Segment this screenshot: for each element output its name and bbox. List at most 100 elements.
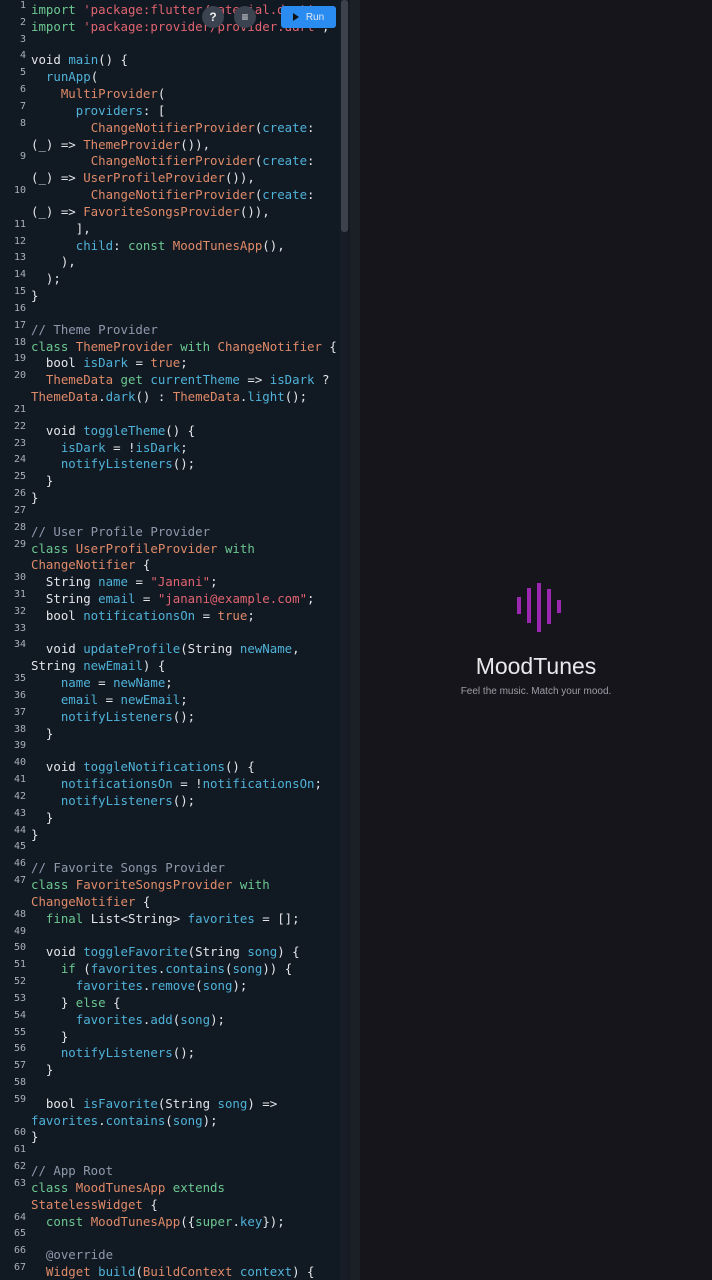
code-line[interactable]: 34 void updateProfile(String newName, bbox=[0, 639, 340, 658]
line-number: 19 bbox=[13, 353, 26, 365]
code-line[interactable]: 35 name = newName; bbox=[0, 673, 340, 692]
code-line[interactable]: 18 class ThemeProvider with ChangeNotifie… bbox=[0, 337, 340, 356]
code-line[interactable]: 3 bbox=[0, 34, 340, 53]
code-line[interactable]: 44} bbox=[0, 825, 340, 844]
code-line[interactable]: 31 String email = "janani@example.com"; bbox=[0, 589, 340, 608]
panel-divider[interactable] bbox=[350, 0, 360, 1280]
code-line[interactable]: 8 ChangeNotifierProvider(create: bbox=[0, 118, 340, 137]
code-line[interactable]: 7 providers: [ bbox=[0, 101, 340, 120]
code-line[interactable]: 12 child: const MoodTunesApp(), bbox=[0, 236, 340, 255]
code-line[interactable]: 58 bbox=[0, 1077, 340, 1096]
code-token: toggleNotifications bbox=[83, 759, 225, 775]
help-button[interactable]: ? bbox=[202, 6, 224, 28]
code-line[interactable]: (_) => FavoriteSongsProvider()), bbox=[0, 204, 340, 221]
code-line[interactable]: StatelessWidget { bbox=[0, 1197, 340, 1214]
code-line[interactable]: 59 bool isFavorite(String song) => bbox=[0, 1094, 340, 1113]
logo-bar bbox=[517, 597, 521, 614]
code-line[interactable]: ChangeNotifier { bbox=[0, 894, 340, 911]
code-line[interactable]: 40 void toggleNotifications() { bbox=[0, 757, 340, 776]
code-line[interactable]: 32 bool notificationsOn = true; bbox=[0, 606, 340, 625]
code-line[interactable]: 64 const MoodTunesApp({super.key}); bbox=[0, 1212, 340, 1231]
code-line[interactable]: 49 bbox=[0, 926, 340, 945]
code-token: List<String> bbox=[90, 910, 188, 926]
code-line[interactable]: String newEmail) { bbox=[0, 658, 340, 675]
code-line[interactable]: 62 // App Root bbox=[0, 1161, 340, 1180]
code-line[interactable]: 33 bbox=[0, 623, 340, 642]
code-line[interactable]: 65 bbox=[0, 1228, 340, 1247]
code-line[interactable]: 38 } bbox=[0, 724, 340, 743]
code-line[interactable]: 46 // Favorite Songs Provider bbox=[0, 858, 340, 877]
code-line[interactable]: 16 bbox=[0, 303, 340, 322]
code-line[interactable]: ThemeData.dark() : ThemeData.light(); bbox=[0, 389, 340, 406]
line-number: 22 bbox=[13, 420, 26, 432]
code-line[interactable]: favorites.contains(song); bbox=[0, 1113, 340, 1130]
code-line[interactable]: 19 bool isDark = true; bbox=[0, 353, 340, 372]
line-text: } bbox=[31, 810, 53, 827]
code-line[interactable]: 43 } bbox=[0, 808, 340, 827]
code-line[interactable]: 17 // Theme Provider bbox=[0, 320, 340, 339]
code-line[interactable]: 54 favorites.add(song); bbox=[0, 1010, 340, 1029]
code-line[interactable]: 53 } else { bbox=[0, 993, 340, 1012]
code-line[interactable]: 20 ThemeData get currentTheme => isDark … bbox=[0, 370, 340, 389]
code-token: // Favorite Songs Provider bbox=[31, 860, 225, 876]
code-token: : [ bbox=[142, 102, 166, 118]
line-text: ChangeNotifierProvider(create: bbox=[31, 153, 315, 170]
code-line[interactable]: 56 notifyListeners(); bbox=[0, 1043, 340, 1062]
code-line[interactable]: (_) => ThemeProvider()), bbox=[0, 137, 340, 154]
code-line[interactable]: 6 MultiProvider( bbox=[0, 84, 340, 103]
code-line[interactable]: 45 bbox=[0, 841, 340, 860]
code-token: ThemeProvider bbox=[83, 136, 181, 152]
line-text: } bbox=[31, 490, 38, 507]
code-line[interactable]: 21 bbox=[0, 404, 340, 423]
code-line[interactable]: 24 notifyListeners(); bbox=[0, 454, 340, 473]
code-line[interactable]: 10 ChangeNotifierProvider(create: bbox=[0, 185, 340, 204]
code-line[interactable]: 28 // User Profile Provider bbox=[0, 522, 340, 541]
code-editor[interactable]: 1 import 'package:flutter/material.dart';… bbox=[0, 0, 350, 1280]
line-number: 43 bbox=[13, 807, 26, 819]
code-line[interactable]: 42 notifyListeners(); bbox=[0, 791, 340, 810]
code-line[interactable]: 13 ), bbox=[0, 252, 340, 271]
code-line[interactable]: 66 @override bbox=[0, 1245, 340, 1264]
code-lines[interactable]: 1 import 'package:flutter/material.dart';… bbox=[0, 0, 340, 1280]
code-line[interactable]: 5 runApp( bbox=[0, 67, 340, 86]
code-token: = bbox=[98, 691, 121, 707]
code-line[interactable]: (_) => UserProfileProvider()), bbox=[0, 170, 340, 187]
code-line[interactable]: 22 void toggleTheme() { bbox=[0, 421, 340, 440]
format-button[interactable]: ≡ bbox=[234, 6, 256, 28]
editor-scrollbar-thumb[interactable] bbox=[341, 0, 348, 232]
code-line[interactable]: 30 String name = "Janani"; bbox=[0, 572, 340, 591]
code-line[interactable]: 67 Widget build(BuildContext context) { bbox=[0, 1262, 340, 1280]
code-line[interactable]: 50 void toggleFavorite(String song) { bbox=[0, 942, 340, 961]
code-line[interactable]: 29 class UserProfileProvider with bbox=[0, 539, 340, 558]
code-line[interactable]: 15} bbox=[0, 286, 340, 305]
code-line[interactable]: 26} bbox=[0, 488, 340, 507]
code-line[interactable]: 55 } bbox=[0, 1027, 340, 1046]
code-line[interactable]: 14 ); bbox=[0, 269, 340, 288]
code-line[interactable]: 63 class MoodTunesApp extends bbox=[0, 1178, 340, 1197]
code-line[interactable]: 9 ChangeNotifierProvider(create: bbox=[0, 151, 340, 170]
code-line[interactable]: 48 final List<String> favorites = []; bbox=[0, 909, 340, 928]
line-number: 24 bbox=[13, 454, 26, 466]
code-line[interactable]: 11 ], bbox=[0, 219, 340, 238]
code-line[interactable]: 41 notificationsOn = !notificationsOn; bbox=[0, 774, 340, 793]
code-line[interactable]: 39 bbox=[0, 740, 340, 759]
code-token: (_) => bbox=[31, 136, 84, 152]
code-line[interactable]: 36 email = newEmail; bbox=[0, 690, 340, 709]
code-line[interactable]: 51 if (favorites.contains(song)) { bbox=[0, 959, 340, 978]
code-line[interactable]: 4 void main() { bbox=[0, 50, 340, 69]
code-line[interactable]: 52 favorites.remove(song); bbox=[0, 976, 340, 995]
code-line[interactable]: 57 } bbox=[0, 1060, 340, 1079]
code-line[interactable]: 47 class FavoriteSongsProvider with bbox=[0, 875, 340, 894]
code-line[interactable]: 60} bbox=[0, 1127, 340, 1146]
code-line[interactable]: ChangeNotifier { bbox=[0, 557, 340, 574]
code-line[interactable]: 23 isDark = !isDark; bbox=[0, 438, 340, 457]
code-line[interactable]: 27 bbox=[0, 505, 340, 524]
code-line[interactable]: 37 notifyListeners(); bbox=[0, 707, 340, 726]
line-text: child: const MoodTunesApp(), bbox=[31, 238, 285, 255]
run-button[interactable]: Run bbox=[281, 6, 336, 28]
code-line[interactable]: 25 } bbox=[0, 471, 340, 490]
line-text: notificationsOn = !notificationsOn; bbox=[31, 776, 322, 793]
code-line[interactable]: 61 bbox=[0, 1144, 340, 1163]
